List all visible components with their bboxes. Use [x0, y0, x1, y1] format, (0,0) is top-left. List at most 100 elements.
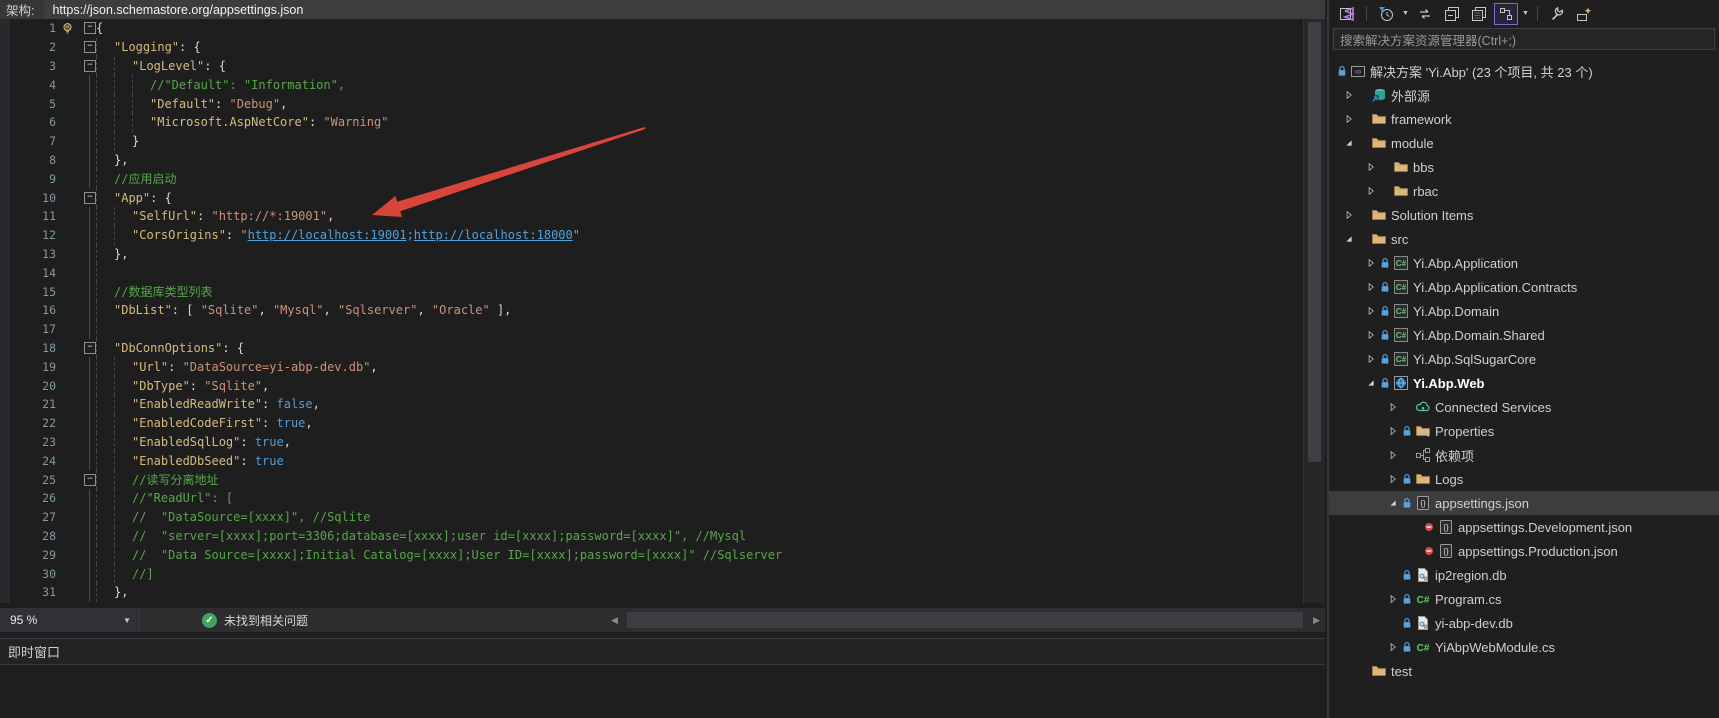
tree-item[interactable]: Properties — [1329, 419, 1719, 443]
editor-horizontal-scrollbar[interactable]: ◀ ▶ — [605, 608, 1325, 632]
tree-item[interactable]: 依赖项 — [1329, 443, 1719, 467]
code-line[interactable]: 9//应用启动 — [0, 169, 1325, 188]
code-line[interactable]: 5"Default": "Debug", — [0, 94, 1325, 113]
expand-arrow-icon[interactable] — [1386, 593, 1400, 605]
code-line[interactable]: 15//数据库类型列表 — [0, 282, 1325, 301]
tree-item[interactable]: Connected Services — [1329, 395, 1719, 419]
expand-arrow-icon[interactable] — [1342, 113, 1356, 125]
horizontal-scrollbar-thumb[interactable] — [627, 612, 1303, 628]
expand-arrow-icon[interactable] — [1342, 89, 1356, 101]
code-line[interactable]: 7} — [0, 132, 1325, 151]
code-line[interactable]: 25−//读写分离地址 — [0, 470, 1325, 489]
lightbulb-icon[interactable] — [60, 21, 75, 36]
code-line[interactable]: 30//] — [0, 564, 1325, 583]
code-line[interactable]: 10−"App": { — [0, 188, 1325, 207]
code-line[interactable]: 6"Microsoft.AspNetCore": "Warning" — [0, 113, 1325, 132]
tree-item[interactable]: framework — [1329, 107, 1719, 131]
fold-toggle[interactable]: − — [84, 192, 96, 204]
code-line[interactable]: 28// "server=[xxxx];port=3306;database=[… — [0, 527, 1325, 546]
editor-vertical-scrollbar[interactable] — [1303, 19, 1325, 603]
tree-item[interactable]: {}appsettings.json — [1329, 491, 1719, 515]
expand-arrow-icon[interactable] — [1386, 449, 1400, 461]
tree-item[interactable]: yi-abp-dev.db — [1329, 611, 1719, 635]
tree-item[interactable]: C#Yi.Abp.Domain.Shared — [1329, 323, 1719, 347]
tree-item[interactable]: ∞解决方案 'Yi.Abp' (23 个项目, 共 23 个) — [1329, 59, 1719, 83]
expand-arrow-icon[interactable] — [1364, 257, 1378, 269]
vertical-scrollbar-thumb[interactable] — [1308, 22, 1321, 462]
tree-item[interactable]: C#Program.cs — [1329, 587, 1719, 611]
code-line[interactable]: 13}, — [0, 245, 1325, 264]
collapse-arrow-icon[interactable] — [1342, 137, 1356, 149]
sync-selection-icon[interactable] — [1494, 3, 1518, 25]
code-line[interactable]: 16"DbList": [ "Sqlite", "Mysql", "Sqlser… — [0, 301, 1325, 320]
show-all-files-icon[interactable] — [1467, 3, 1491, 25]
tree-item[interactable]: C#Yi.Abp.Application — [1329, 251, 1719, 275]
expand-arrow-icon[interactable] — [1364, 353, 1378, 365]
fold-toggle[interactable]: − — [84, 474, 96, 486]
expand-arrow-icon[interactable] — [1386, 641, 1400, 653]
properties-wrench-icon[interactable] — [1545, 3, 1569, 25]
code-line[interactable]: 1−{ — [0, 19, 1325, 38]
tree-item[interactable]: ip2region.db — [1329, 563, 1719, 587]
tree-item[interactable]: bbs — [1329, 155, 1719, 179]
tree-item[interactable]: Solution Items — [1329, 203, 1719, 227]
code-line[interactable]: 12"CorsOrigins": "http://localhost:19001… — [0, 226, 1325, 245]
pending-changes-filter-icon[interactable] — [1374, 3, 1398, 25]
expand-arrow-icon[interactable] — [1386, 401, 1400, 413]
fold-toggle[interactable]: − — [84, 22, 96, 34]
code-line[interactable]: 31}, — [0, 583, 1325, 602]
tree-item[interactable]: module — [1329, 131, 1719, 155]
code-line[interactable]: 14 — [0, 263, 1325, 282]
fold-toggle[interactable]: − — [84, 60, 96, 72]
collapse-all-icon[interactable] — [1440, 3, 1464, 25]
tree-item[interactable]: rbac — [1329, 179, 1719, 203]
code-line[interactable]: 20"DbType": "Sqlite", — [0, 376, 1325, 395]
expand-arrow-icon[interactable] — [1364, 185, 1378, 197]
code-line[interactable]: 2−"Logging": { — [0, 38, 1325, 57]
expand-arrow-icon[interactable] — [1386, 425, 1400, 437]
tree-item[interactable]: C#YiAbpWebModule.cs — [1329, 635, 1719, 659]
collapse-arrow-icon[interactable] — [1342, 233, 1356, 245]
sync-with-active-document-icon[interactable] — [1413, 3, 1437, 25]
code-line[interactable]: 27// "DataSource=[xxxx]", //Sqlite — [0, 508, 1325, 527]
expand-arrow-icon[interactable] — [1364, 329, 1378, 341]
collapse-arrow-icon[interactable] — [1364, 377, 1378, 389]
code-line[interactable]: 3−"LogLevel": { — [0, 57, 1325, 76]
immediate-window-content[interactable] — [0, 665, 1325, 718]
preview-selected-items-icon[interactable] — [1572, 3, 1596, 25]
expand-arrow-icon[interactable] — [1364, 281, 1378, 293]
tree-item[interactable]: 外部源 — [1329, 83, 1719, 107]
fold-toggle[interactable]: − — [84, 41, 96, 53]
expand-arrow-icon[interactable] — [1342, 209, 1356, 221]
code-line[interactable]: 18−"DbConnOptions": { — [0, 339, 1325, 358]
code-line[interactable]: 11"SelfUrl": "http://*:19001", — [0, 207, 1325, 226]
tree-item[interactable]: C#Yi.Abp.Domain — [1329, 299, 1719, 323]
code-line[interactable]: 19"Url": "DataSource=yi-abp-dev.db", — [0, 357, 1325, 376]
expand-arrow-icon[interactable] — [1386, 473, 1400, 485]
code-line[interactable]: 29// "Data Source=[xxxx];Initial Catalog… — [0, 545, 1325, 564]
expand-arrow-icon[interactable] — [1364, 305, 1378, 317]
code-line[interactable]: 21"EnabledReadWrite": false, — [0, 395, 1325, 414]
switch-views-icon[interactable] — [1335, 3, 1359, 25]
code-line[interactable]: 26//"ReadUrl": [ — [0, 489, 1325, 508]
fold-toggle[interactable]: − — [84, 342, 96, 354]
tree-item[interactable]: Yi.Abp.Web — [1329, 371, 1719, 395]
chevron-down-icon[interactable]: ▼ — [1402, 10, 1409, 17]
code-line[interactable]: 17 — [0, 320, 1325, 339]
tree-item[interactable]: {}appsettings.Development.json — [1329, 515, 1719, 539]
tree-item[interactable]: C#Yi.Abp.Application.Contracts — [1329, 275, 1719, 299]
chevron-down-icon[interactable]: ▼ — [1522, 10, 1529, 17]
tree-item[interactable]: Logs — [1329, 467, 1719, 491]
code-line[interactable]: 4//"Default": "Information", — [0, 75, 1325, 94]
expand-arrow-icon[interactable] — [1364, 161, 1378, 173]
tree-item[interactable]: src — [1329, 227, 1719, 251]
schema-url-combo[interactable]: https://json.schemastore.org/appsettings… — [44, 3, 303, 17]
code-line[interactable]: 23"EnabledSqlLog": true, — [0, 433, 1325, 452]
code-editor[interactable]: 1−{2−"Logging": {3−"LogLevel": {4//"Defa… — [0, 19, 1325, 603]
document-health-indicator[interactable]: ✓ 未找到相关问题 — [202, 612, 308, 629]
code-line[interactable]: 22"EnabledCodeFirst": true, — [0, 414, 1325, 433]
code-line[interactable]: 24"EnabledDbSeed": true — [0, 451, 1325, 470]
code-line[interactable]: 8}, — [0, 151, 1325, 170]
tree-item[interactable]: {}appsettings.Production.json — [1329, 539, 1719, 563]
scroll-right-icon[interactable]: ▶ — [1313, 608, 1320, 632]
